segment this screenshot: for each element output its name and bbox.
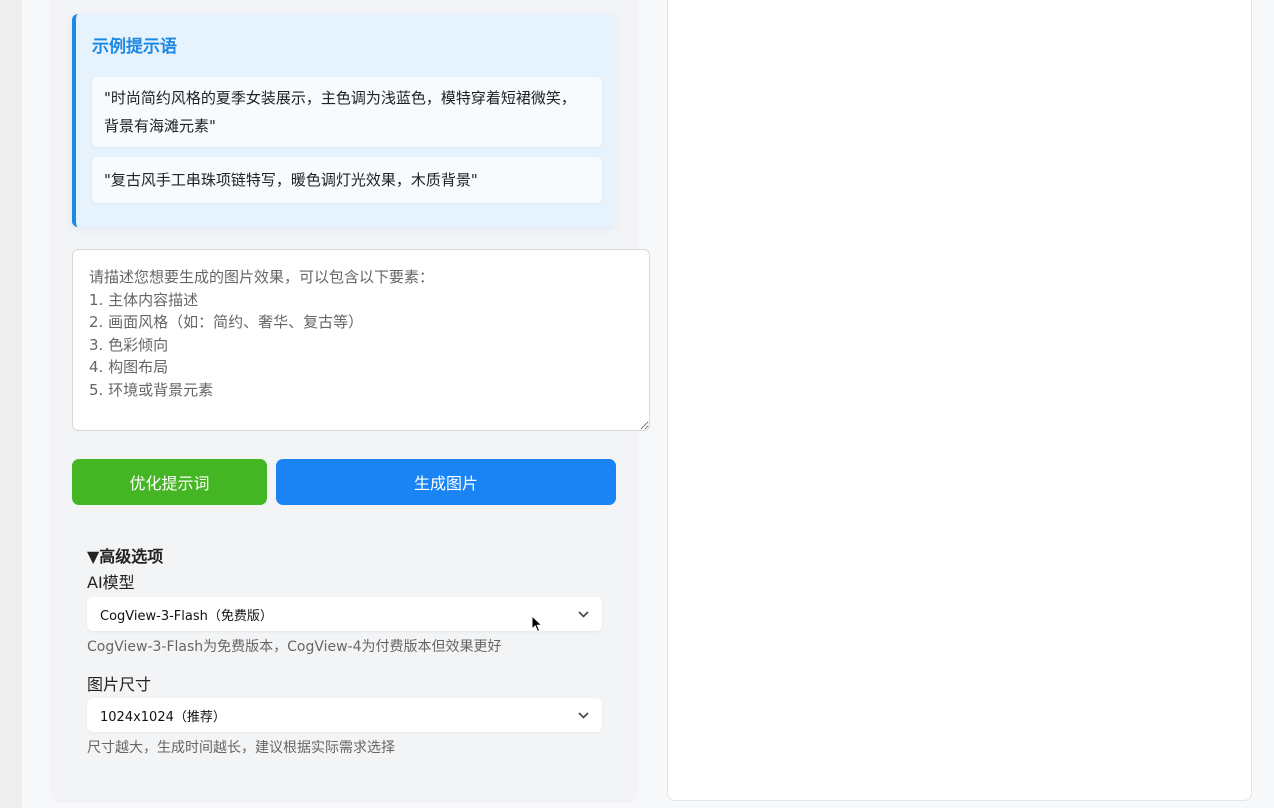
examples-title: 示例提示语 <box>92 37 177 57</box>
size-select-value: 1024x1024（推荐） <box>100 709 226 725</box>
generate-image-button[interactable]: 生成图片 <box>276 459 616 505</box>
size-label: 图片尺寸 <box>87 675 152 694</box>
mouse-pointer-icon <box>531 615 543 633</box>
size-select[interactable]: 1024x1024（推荐） <box>87 698 602 732</box>
chevron-down-icon <box>578 607 589 621</box>
size-hint: 尺寸越大，生成时间越长，建议根据实际需求选择 <box>87 740 395 756</box>
optimize-prompt-button[interactable]: 优化提示词 <box>72 459 267 505</box>
result-panel <box>667 0 1252 801</box>
prompt-textarea[interactable] <box>72 249 650 431</box>
model-select-value: CogView-3-Flash（免费版） <box>100 608 273 624</box>
model-select[interactable]: CogView-3-Flash（免费版） <box>87 597 602 631</box>
advanced-options-toggle[interactable]: ▼高级选项 <box>87 543 163 567</box>
model-hint: CogView-3-Flash为免费版本，CogView-4为付费版本但效果更好 <box>87 639 502 655</box>
example-prompts-box: 示例提示语 "时尚简约风格的夏季女装展示，主色调为浅蓝色，模特穿着短裙微笑，背景… <box>72 14 615 227</box>
example-prompt-item[interactable]: "时尚简约风格的夏季女装展示，主色调为浅蓝色，模特穿着短裙微笑，背景有海滩元素" <box>92 77 602 147</box>
model-label: AI模型 <box>87 573 135 592</box>
example-prompt-item[interactable]: "复古风手工串珠项链特写，暖色调灯光效果，木质背景" <box>92 157 602 203</box>
chevron-down-icon <box>578 708 589 722</box>
